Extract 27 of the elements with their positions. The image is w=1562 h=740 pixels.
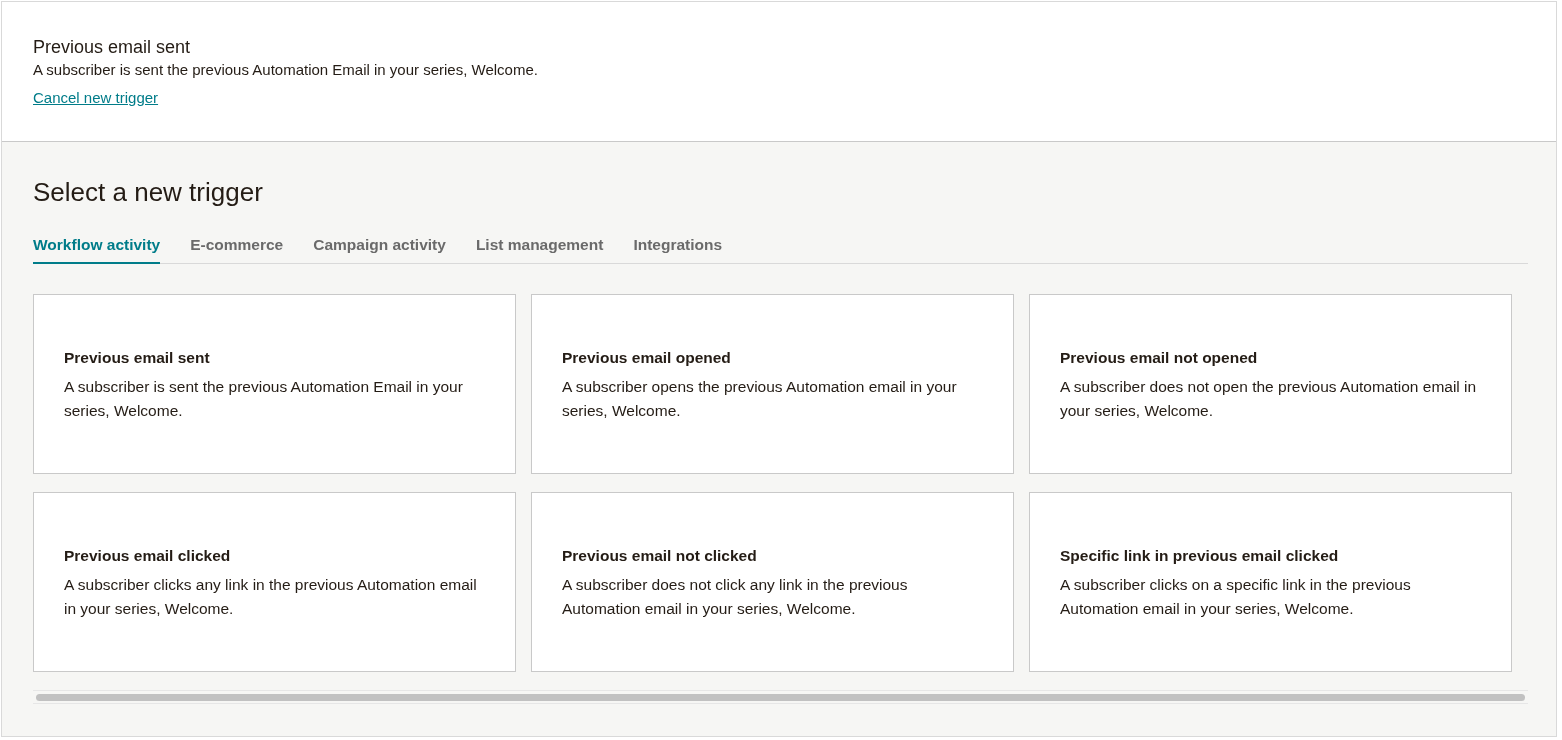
card-description: A subscriber opens the previous Automation email in your series, Welcome. bbox=[562, 377, 958, 421]
trigger-card[interactable]: Specific link in previous email clicked A subscriber clicks on a specific link in the previous Automation email in your series, Welcome. bbox=[1029, 492, 1512, 672]
card-title: Previous email sent bbox=[64, 348, 211, 368]
card-title: Previous email not clicked bbox=[562, 546, 758, 566]
cancel-link[interactable]: Cancel new trigger bbox=[33, 89, 159, 106]
card-description: A subscriber clicks on a specific link in the previous Automation email in your series, Welcome. bbox=[1060, 575, 1412, 619]
tab[interactable]: Campaign activity bbox=[313, 236, 446, 264]
tab[interactable]: Workflow activity bbox=[33, 236, 161, 264]
trigger-card[interactable]: Previous email clicked A subscriber clicks any link in the previous Automation email in your series, Welcome. bbox=[33, 492, 516, 672]
tab[interactable]: Integrations bbox=[633, 236, 723, 264]
trigger-card[interactable]: Previous email opened A subscriber opens the previous Automation email in your series, Welcome. bbox=[531, 294, 1014, 474]
card-description: A subscriber clicks any link in the previous Automation email in your series, Welcome. bbox=[64, 575, 478, 619]
tab[interactable]: List management bbox=[475, 236, 604, 264]
card-description: A subscriber does not click any link in the previous Automation email in your series, Welcome. bbox=[562, 575, 909, 619]
trigger-description: A subscriber is sent the previous Automation Email in your series, Welcome. bbox=[33, 60, 539, 80]
card-description: A subscriber does not open the previous Automation email in your series, Welcome. bbox=[1060, 377, 1478, 421]
section-heading: Select a new trigger bbox=[33, 176, 264, 208]
card-title: Previous email not opened bbox=[1060, 348, 1259, 368]
card-title: Specific link in previous email clicked bbox=[1060, 546, 1340, 566]
card-title: Previous email clicked bbox=[64, 546, 232, 566]
tab[interactable]: E-commerce bbox=[190, 236, 284, 264]
trigger-title: Previous email sent bbox=[33, 36, 192, 58]
trigger-card[interactable]: Previous email sent A subscriber is sent the previous Automation Email in your series, Welcome. bbox=[33, 294, 516, 474]
card-title: Previous email opened bbox=[562, 348, 732, 368]
trigger-card[interactable]: Previous email not clicked A subscriber does not click any link in the previous Automation email in your series, Welcome. bbox=[531, 492, 1014, 672]
card-description: A subscriber is sent the previous Automation Email in your series, Welcome. bbox=[64, 377, 464, 421]
trigger-card[interactable]: Previous email not opened A subscriber does not open the previous Automation email in your series, Welcome. bbox=[1029, 294, 1512, 474]
